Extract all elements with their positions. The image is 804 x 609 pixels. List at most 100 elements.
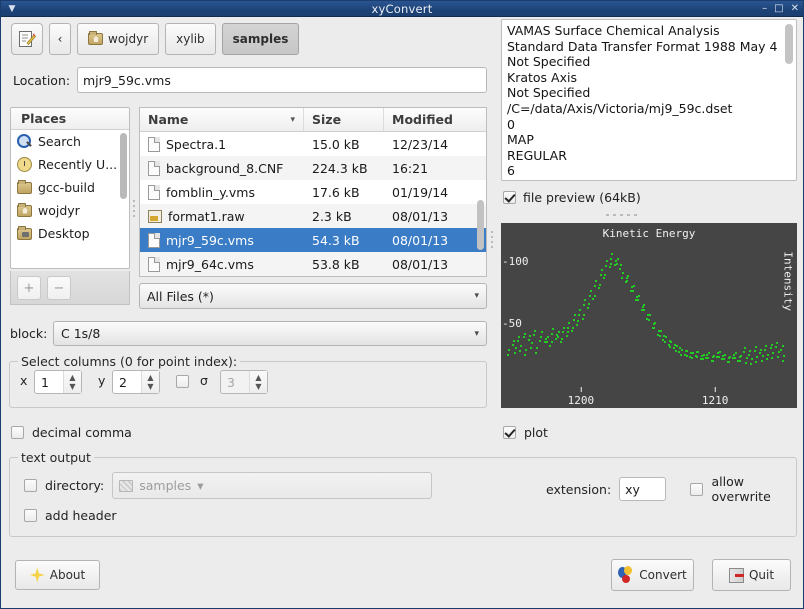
plot-point [712,360,714,362]
plot-point [594,285,596,287]
add-place-button[interactable]: + [17,276,41,300]
plot-point [508,349,510,351]
path-back-button[interactable]: ‹ [49,23,71,55]
places-scrollbar[interactable] [119,131,128,269]
column-header-size[interactable]: Size [304,108,384,131]
sigma-column-stepper[interactable]: ▲ ▼ [249,371,267,393]
sigma-checkbox[interactable] [176,375,189,388]
sidebar-item-recently-used[interactable]: Recently U... [11,153,129,176]
plot-point [744,347,746,349]
y-column-stepper[interactable]: ▲ ▼ [141,371,159,393]
output-directory-value: samples [139,478,191,493]
add-header-label: add header [45,508,117,523]
plot-checkbox[interactable] [503,426,516,439]
path-button-samples[interactable]: samples [222,23,300,55]
sidebar-item-label: Desktop [38,226,90,241]
extension-input[interactable]: xy [619,477,666,501]
plot-point [536,347,538,349]
file-list-scrollbar-thumb[interactable] [477,200,484,250]
stepper-up-icon[interactable]: ▲ [69,373,75,382]
file-list-scrollbar[interactable] [476,200,485,250]
sidebar-item-desktop[interactable]: Desktop [11,222,129,245]
file-list-header: Name ▾ Size Modified [140,108,486,132]
plot-point [610,263,612,265]
file-preview-text[interactable]: VAMAS Surface Chemical Analysis Standard… [501,19,797,181]
handle-dot [634,214,637,216]
add-header-checkbox[interactable] [24,509,37,522]
table-row[interactable]: mjr9_64c.vms53.8 kB08/01/13 [140,252,486,276]
location-input[interactable]: mjr9_59c.vms [77,67,487,93]
plot-point [523,336,525,338]
plot-point [627,275,629,277]
plot-toggle-row[interactable]: plot [503,425,548,440]
maximize-button[interactable]: □ [774,1,783,17]
plot-point [577,320,579,322]
y-column-spinner[interactable]: 2 ▲ ▼ [112,370,160,394]
preview-scrollbar-thumb[interactable] [785,24,793,64]
stepper-up-icon[interactable]: ▲ [255,373,261,382]
document-icon [148,161,160,176]
output-directory-checkbox[interactable] [24,479,37,492]
output-directory-combo[interactable]: samples ▾ [112,472,432,499]
plot-point [748,354,750,356]
sigma-column-spinner[interactable]: 3 ▲ ▼ [220,370,268,394]
block-combo[interactable]: C 1s/8 ▾ [53,321,487,346]
panel-splitter[interactable] [489,226,494,252]
add-header-row[interactable]: add header [24,508,117,523]
plot-point [563,327,565,329]
about-button[interactable]: About [15,560,100,590]
plot-point [767,354,769,356]
x-column-stepper[interactable]: ▲ ▼ [63,371,81,393]
path-button-wojdyr[interactable]: wojdyr [77,23,159,55]
places-scrollbar-thumb[interactable] [120,133,127,199]
window-title: xyConvert [1,2,803,16]
preview-scrollbar[interactable] [785,24,794,178]
document-icon [148,185,160,200]
stepper-down-icon[interactable]: ▼ [255,382,261,391]
chevron-down-icon: ▾ [290,115,295,125]
remove-place-button[interactable]: − [47,276,71,300]
file-filter-combo[interactable]: All Files (*) ▾ [139,283,487,309]
table-row[interactable]: background_8.CNF224.3 kB16:21 [140,156,486,180]
convert-button[interactable]: Convert [611,559,694,591]
sidebar-item-wojdyr[interactable]: wojdyr [11,199,129,222]
sidebar-item-search[interactable]: Search [11,130,129,153]
stepper-down-icon[interactable]: ▼ [147,382,153,391]
stepper-up-icon[interactable]: ▲ [147,373,153,382]
stepper-down-icon[interactable]: ▼ [69,382,75,391]
file-preview-row[interactable]: file preview (64kB) [503,190,641,205]
plot-point [611,253,613,255]
file-preview-checkbox[interactable] [503,191,516,204]
document-icon [148,137,160,152]
allow-overwrite-checkbox[interactable] [690,483,703,496]
x-column-spinner[interactable]: 1 ▲ ▼ [34,370,82,394]
table-row[interactable]: mjr9_59c.vms54.3 kB08/01/13 [140,228,486,252]
plot-resize-handle[interactable] [601,212,641,218]
edit-location-icon-button[interactable] [11,23,43,55]
close-button[interactable]: ✕ [791,1,799,17]
decimal-comma-row[interactable]: decimal comma [11,425,132,440]
column-header-modified[interactable]: Modified [384,108,486,131]
file-modified-cell: 16:21 [384,161,486,176]
sidebar-splitter[interactable] [131,196,136,220]
extension-input-value: xy [625,482,640,497]
sidebar-item-gcc-build[interactable]: gcc-build [11,176,129,199]
table-row[interactable]: fomblin_y.vms17.6 kB01/19/14 [140,180,486,204]
minimize-button[interactable]: – [762,1,767,17]
decimal-comma-checkbox[interactable] [11,426,24,439]
plot-point [681,349,683,351]
preview-plot[interactable]: Kinetic Energy Intensity -50-100 1200121… [501,223,797,408]
path-button-xylib[interactable]: xylib [165,23,216,55]
plot-point [552,328,554,330]
plot-point [579,309,581,311]
plot-point [576,324,578,326]
location-label: Location: [13,73,70,88]
table-row[interactable]: Spectra.115.0 kB12/23/14 [140,132,486,156]
quit-button[interactable]: Quit [712,559,791,591]
table-row[interactable]: format1.raw2.3 kB08/01/13 [140,204,486,228]
plot-point [782,345,784,347]
sidebar-item-label: wojdyr [38,203,80,218]
column-header-name[interactable]: Name ▾ [140,108,304,131]
splitter-dot [133,205,135,207]
plot-point [643,304,645,306]
